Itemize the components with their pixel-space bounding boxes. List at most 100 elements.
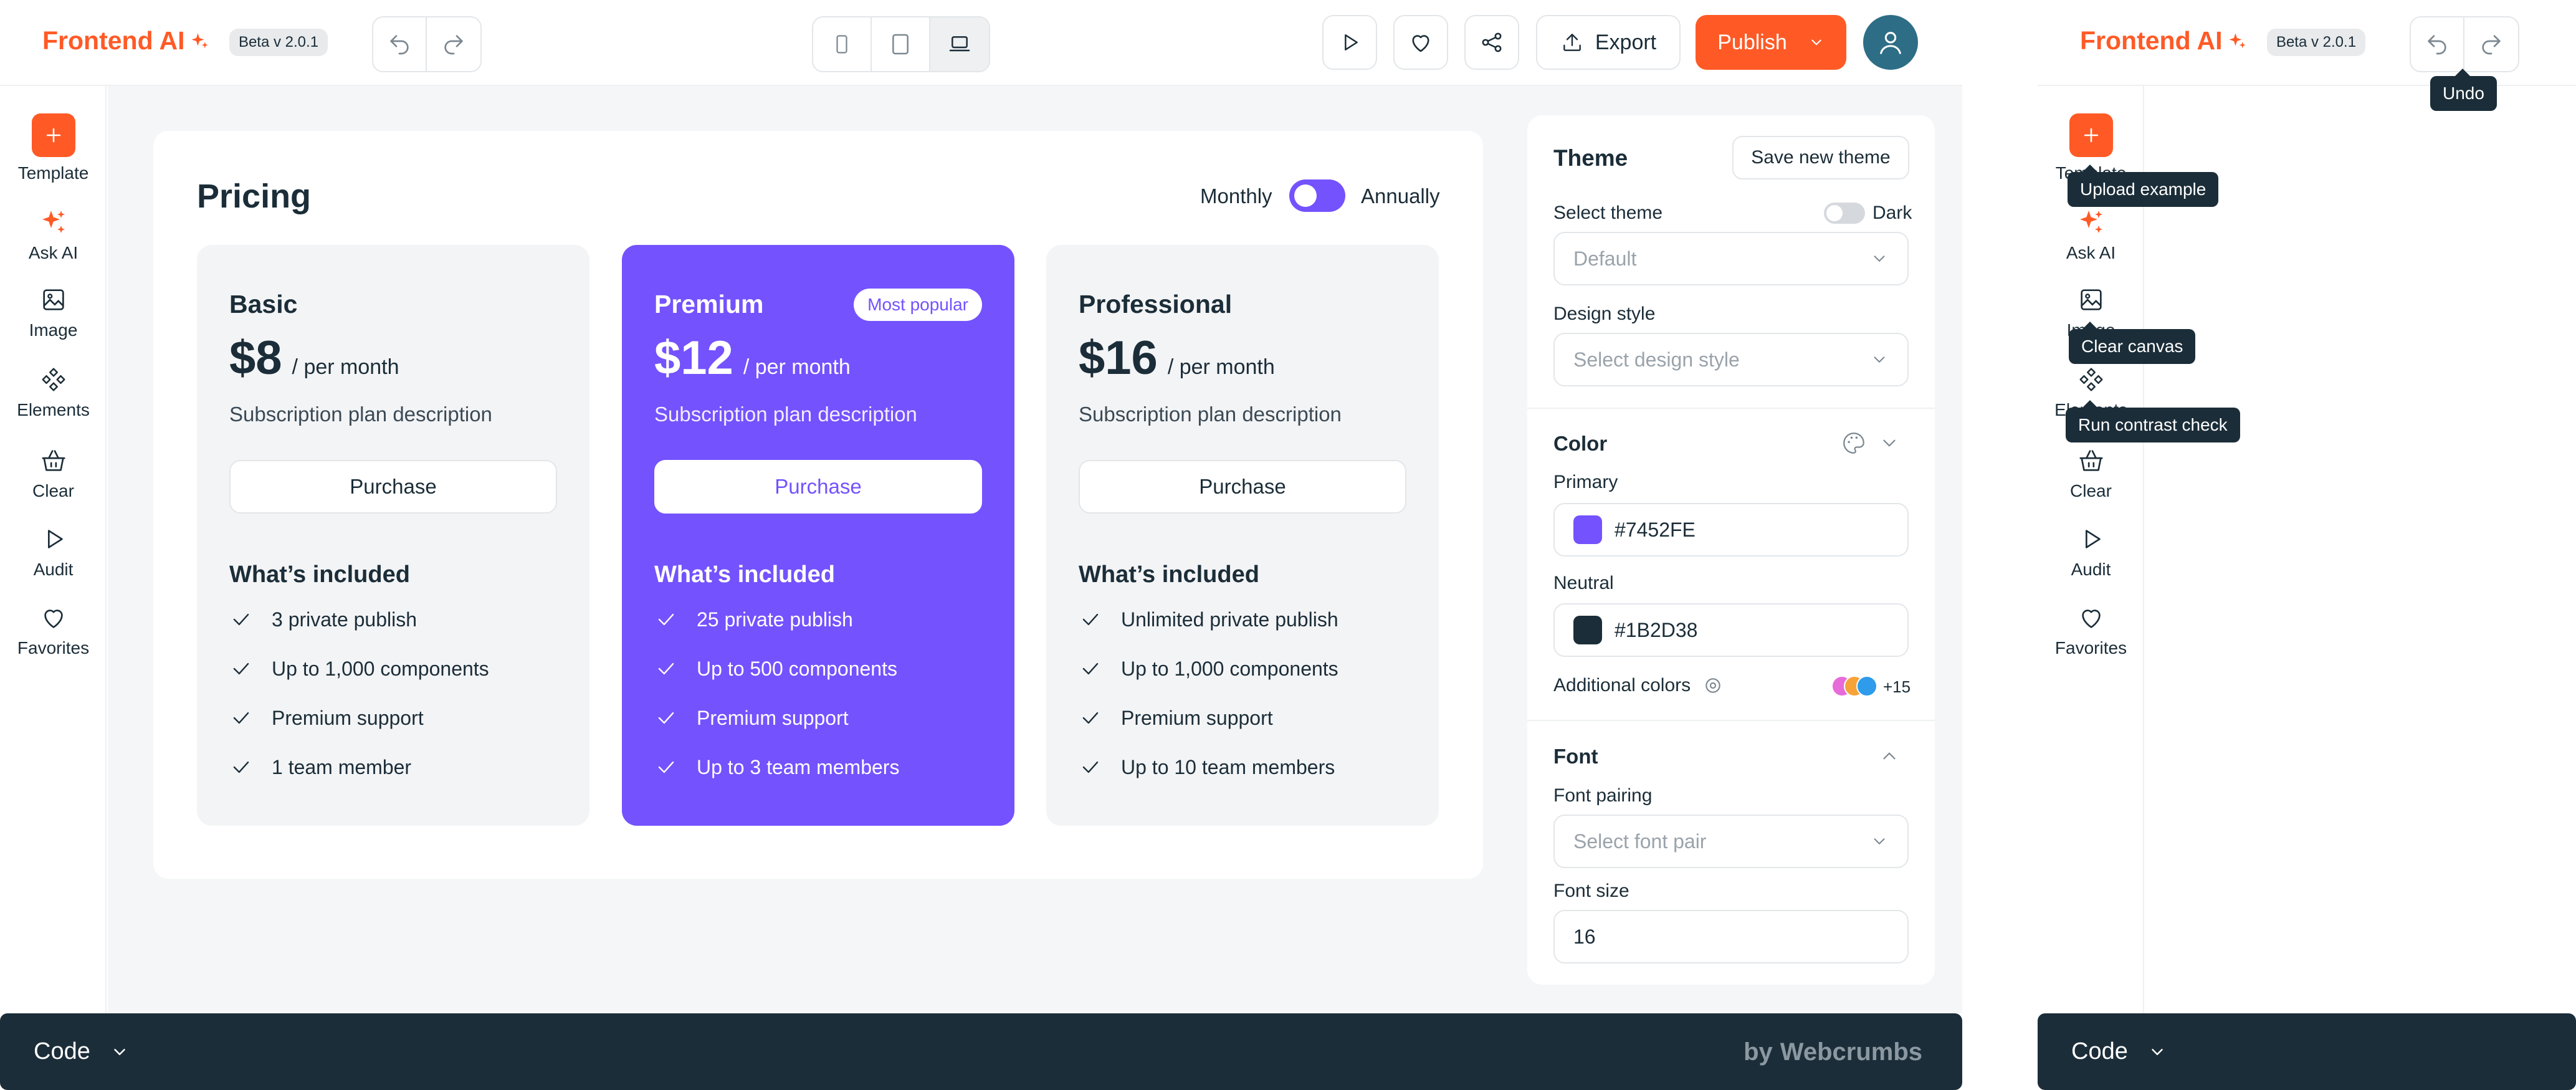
- feature-text: Up to 10 team members: [1121, 755, 1335, 778]
- tooltip-arrow: [2082, 322, 2097, 329]
- chevron-up-icon[interactable]: [1879, 745, 1900, 767]
- preview-button[interactable]: [1322, 15, 1377, 70]
- monthly-label[interactable]: Monthly: [1200, 184, 1272, 208]
- rail-label: Ask AI: [2066, 243, 2116, 262]
- webcrumbs-credit[interactable]: by Webcrumbs: [1744, 1038, 1922, 1066]
- user-icon: [1880, 32, 1901, 54]
- neutral-label: Neutral: [1553, 573, 1614, 593]
- export-button[interactable]: Export: [1536, 15, 1681, 70]
- price-period: / per month: [292, 355, 399, 379]
- mini-undo-button[interactable]: [2411, 17, 2464, 71]
- upload-example-tooltip: Upload example: [2068, 172, 2219, 207]
- mini-app-logo[interactable]: Frontend AI: [2080, 26, 2246, 55]
- neutral-color-value: #1B2D38: [1615, 618, 1698, 641]
- mini-redo-button[interactable]: [2464, 17, 2518, 71]
- annually-label[interactable]: Annually: [1361, 184, 1440, 208]
- price-period: / per month: [743, 355, 851, 379]
- palette-icon[interactable]: [1841, 430, 1867, 456]
- mini-rail-item-clear[interactable]: Clear: [2038, 446, 2144, 501]
- mini-code-bar[interactable]: Code: [2038, 1013, 2576, 1090]
- sparkle-icon: [191, 33, 208, 48]
- save-theme-button[interactable]: Save new theme: [1732, 136, 1909, 179]
- check-icon: [658, 662, 674, 675]
- top-bar: Frontend AI Beta v 2.0.1 Export Publish: [0, 0, 1962, 86]
- mini-rail-item-audit[interactable]: Audit: [2038, 525, 2144, 580]
- rail-item-ask-ai[interactable]: Ask AI: [0, 207, 107, 263]
- share-icon: [1482, 32, 1502, 52]
- feature-item: Premium support: [1079, 706, 1273, 730]
- heart-icon: [1412, 35, 1429, 52]
- included-heading: What’s included: [1079, 562, 1259, 588]
- theme-title: Theme: [1553, 145, 1628, 171]
- publish-button[interactable]: Publish: [1696, 15, 1846, 70]
- mini-rail-item-ask-ai[interactable]: Ask AI: [2038, 207, 2144, 263]
- sparkle-icon: [2229, 33, 2246, 48]
- check-icon: [1082, 662, 1099, 675]
- rail-label: Audit: [2071, 560, 2111, 579]
- laptop-icon: [949, 36, 970, 52]
- tablet-view-button[interactable]: [872, 17, 930, 71]
- feature-item: Up to 500 components: [654, 657, 897, 681]
- undo-button[interactable]: [373, 17, 427, 71]
- tablet-icon: [892, 34, 909, 55]
- feature-item: 3 private publish: [229, 608, 417, 631]
- dark-mode-toggle[interactable]: [1824, 203, 1865, 224]
- tooltip-arrow: [2082, 400, 2097, 408]
- rail-label: Favorites: [2054, 638, 2127, 657]
- elements-icon: [42, 368, 65, 391]
- color-title: Color: [1553, 432, 1608, 455]
- feature-text: Up to 3 team members: [697, 755, 900, 778]
- device-group: [812, 16, 990, 72]
- font-pairing-select[interactable]: Select font pair: [1553, 815, 1909, 868]
- mini-code-toggle[interactable]: Code: [2071, 1038, 2167, 1065]
- rail-item-clear[interactable]: Clear: [0, 446, 107, 501]
- primary-color-field[interactable]: #7452FE: [1553, 503, 1909, 557]
- plan-name: Premium: [654, 290, 764, 318]
- mini-rail-item-favorites[interactable]: Favorites: [2038, 603, 2144, 658]
- neutral-swatch[interactable]: [1573, 616, 1602, 644]
- price-value: $16: [1079, 332, 1158, 385]
- chevron-down-icon: [1874, 838, 1885, 844]
- font-size-value: 16: [1573, 925, 1596, 948]
- feature-item: Up to 3 team members: [654, 755, 899, 779]
- plan-price: $12 / per month: [654, 331, 851, 385]
- billing-toggle[interactable]: [1289, 179, 1345, 212]
- font-size-input[interactable]: 16: [1553, 910, 1909, 963]
- purchase-button[interactable]: Purchase: [654, 460, 982, 514]
- rail-item-favorites[interactable]: Favorites: [0, 603, 107, 658]
- rail-item-audit[interactable]: Audit: [0, 525, 107, 580]
- purchase-button[interactable]: Purchase: [1079, 460, 1406, 514]
- purchase-button[interactable]: Purchase: [229, 460, 557, 514]
- app-logo[interactable]: Frontend AI: [42, 26, 209, 55]
- plan-name: Basic: [229, 290, 298, 318]
- rail-item-image[interactable]: Image: [0, 285, 107, 340]
- additional-colors-label: Additional colors: [1553, 675, 1691, 696]
- chevron-down-icon: [2152, 1048, 2163, 1055]
- clear-canvas-tooltip: Clear canvas: [2069, 329, 2196, 364]
- user-avatar[interactable]: [1863, 15, 1918, 70]
- code-bar[interactable]: Code by Webcrumbs: [0, 1013, 1962, 1090]
- rail-item-template[interactable]: Template: [0, 113, 107, 183]
- divider: [1527, 408, 1935, 409]
- plan-card-premium: Premium Most popular $12 / per month Subs…: [622, 245, 1014, 826]
- plus-icon: [2069, 113, 2113, 157]
- dark-label: Dark: [1872, 203, 1912, 223]
- mini-left-rail: Template Ask AI Image Elements Clear Aud…: [2038, 86, 2144, 1013]
- theme-select[interactable]: Default: [1553, 232, 1909, 285]
- share-button[interactable]: [1464, 15, 1519, 70]
- info-icon[interactable]: [1703, 676, 1723, 696]
- toggle-knob: [1826, 205, 1843, 221]
- favorite-button[interactable]: [1393, 15, 1448, 70]
- feature-item: 1 team member: [229, 755, 411, 779]
- chevron-down-icon[interactable]: [1808, 34, 1825, 50]
- neutral-color-field[interactable]: #1B2D38: [1553, 603, 1909, 657]
- mobile-view-button[interactable]: [813, 17, 872, 71]
- desktop-view-button[interactable]: [930, 17, 989, 71]
- additional-color-dots[interactable]: [1831, 676, 1880, 697]
- design-style-select[interactable]: Select design style: [1553, 333, 1909, 386]
- code-toggle[interactable]: Code: [34, 1038, 129, 1065]
- redo-button[interactable]: [427, 17, 480, 71]
- rail-item-elements[interactable]: Elements: [0, 365, 107, 420]
- chevron-down-icon[interactable]: [1879, 433, 1900, 454]
- primary-swatch[interactable]: [1573, 515, 1602, 544]
